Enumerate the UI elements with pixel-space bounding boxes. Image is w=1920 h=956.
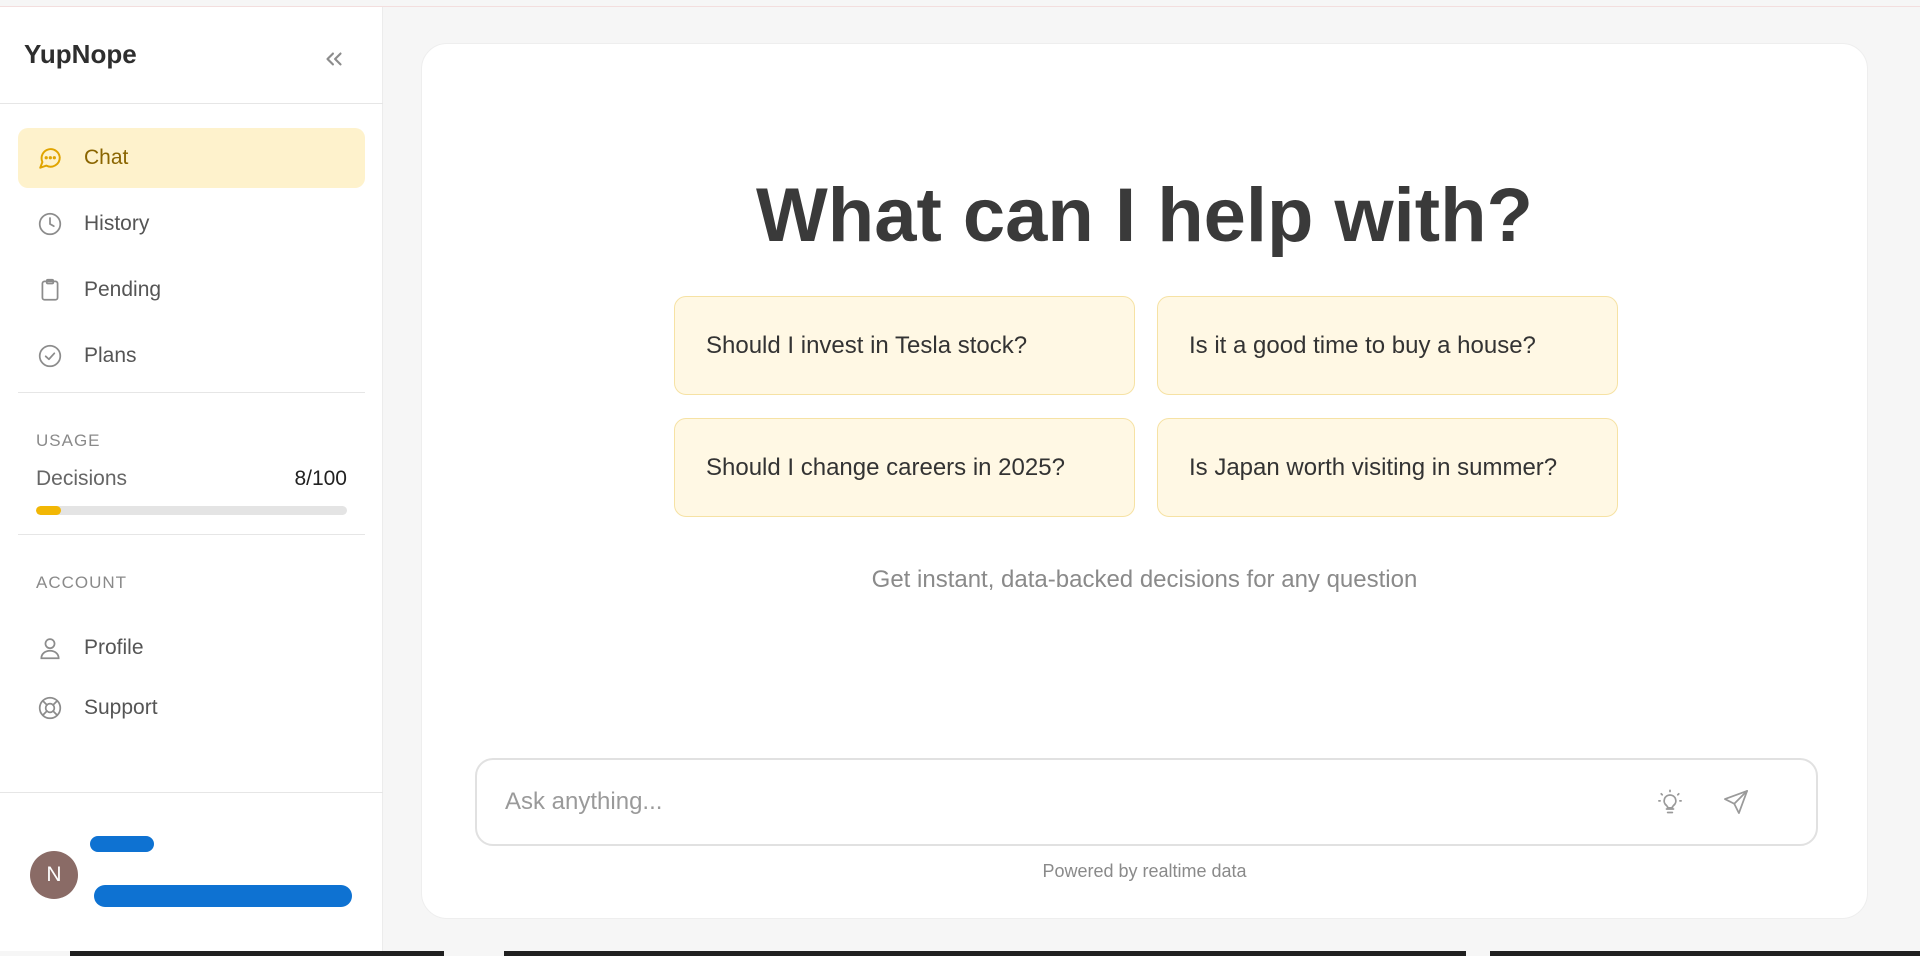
sidebar-item-profile[interactable]: Profile xyxy=(18,618,365,678)
brand-logo: YupNope xyxy=(24,39,137,69)
sidebar: YupNope Chat History Pending Plans USAGE… xyxy=(0,7,383,951)
bottom-edge-gap xyxy=(1466,951,1490,956)
sidebar-item-label: Plans xyxy=(84,344,137,367)
powered-by-note: Powered by realtime data xyxy=(1042,861,1247,881)
usage-value: 8/100 xyxy=(294,467,347,490)
sidebar-item-label: History xyxy=(84,212,150,235)
suggestion-chip[interactable]: Is it a good time to buy a house? xyxy=(1157,296,1618,395)
chat-bubble-icon xyxy=(36,144,64,172)
sidebar-item-chat[interactable]: Chat xyxy=(18,128,365,188)
usage-progress-fill xyxy=(36,506,61,515)
double-chevron-left-icon xyxy=(326,52,342,66)
usage-name: Decisions xyxy=(36,467,128,490)
redacted-user-name xyxy=(90,836,154,852)
bottom-edge-gap xyxy=(444,951,504,956)
divider xyxy=(18,534,365,535)
chat-input-box xyxy=(475,758,1818,846)
check-circle-icon xyxy=(36,342,64,370)
bottom-edge xyxy=(70,951,1920,956)
lifebuoy-icon xyxy=(36,694,64,722)
avatar[interactable]: N xyxy=(30,851,78,899)
lightbulb-icon xyxy=(1658,789,1682,814)
suggestion-chip[interactable]: Should I invest in Tesla stock? xyxy=(674,296,1135,395)
suggestion-chip[interactable]: Should I change careers in 2025? xyxy=(674,418,1135,517)
send-icon xyxy=(1724,790,1748,814)
account-section-label: ACCOUNT xyxy=(36,573,128,592)
redacted-user-email xyxy=(94,885,352,907)
send-button[interactable] xyxy=(1719,785,1753,819)
sidebar-item-label: Support xyxy=(84,696,158,719)
chat-input[interactable] xyxy=(505,778,1655,826)
tagline: Get instant, data-backed decisions for a… xyxy=(871,566,1418,593)
collapse-sidebar-button[interactable] xyxy=(318,43,350,75)
sidebar-item-plans[interactable]: Plans xyxy=(18,326,365,386)
user-icon xyxy=(36,634,64,662)
sidebar-item-support[interactable]: Support xyxy=(18,678,365,738)
sidebar-item-label: Chat xyxy=(84,146,129,169)
sidebar-item-pending[interactable]: Pending xyxy=(18,260,365,320)
usage-progress-bar xyxy=(36,506,347,515)
sidebar-item-history[interactable]: History xyxy=(18,194,365,254)
divider xyxy=(0,103,383,104)
usage-row: Decisions 8/100 xyxy=(36,467,347,491)
sidebar-item-label: Profile xyxy=(84,636,144,659)
page-title: What can I help with? xyxy=(756,173,1533,258)
suggestion-chip[interactable]: Is Japan worth visiting in summer? xyxy=(1157,418,1618,517)
main-panel: What can I help with? Should I invest in… xyxy=(421,43,1868,919)
divider xyxy=(0,792,383,793)
clipboard-icon xyxy=(36,276,64,304)
sidebar-item-label: Pending xyxy=(84,278,162,301)
divider xyxy=(18,392,365,393)
usage-section-label: USAGE xyxy=(36,431,101,450)
clock-icon xyxy=(36,210,64,238)
suggest-idea-button[interactable] xyxy=(1653,785,1687,819)
